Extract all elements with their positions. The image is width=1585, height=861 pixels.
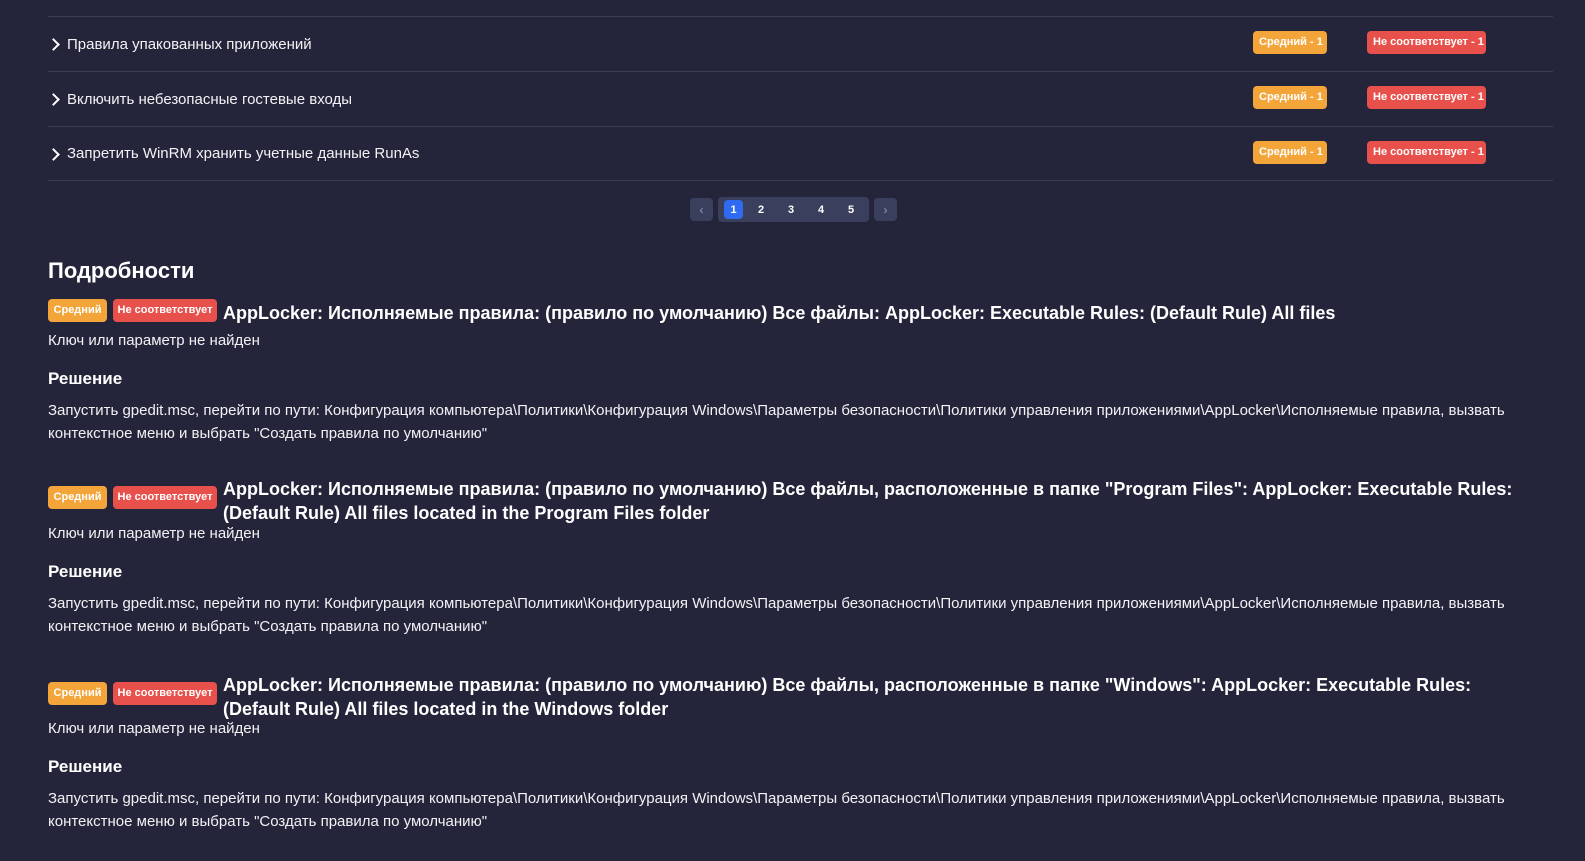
detail-header: Средний Не соответствует AppLocker: Испол…	[48, 299, 1548, 324]
status-badge: Не соответствует	[113, 299, 217, 322]
severity-badge: Средний - 1	[1253, 86, 1327, 109]
detail-message: Ключ или параметр не найден	[48, 720, 260, 737]
severity-badge: Средний - 1	[1253, 141, 1327, 164]
page-numbers: 1 2 3 4 5	[718, 197, 869, 222]
page-button-1[interactable]: 1	[724, 200, 743, 219]
detail-title: AppLocker: Исполняемые правила: (правило…	[223, 479, 1513, 523]
status-badge: Не соответствует - 1	[1367, 86, 1486, 109]
page-button-2[interactable]: 2	[749, 200, 773, 219]
detail-item: Средний Не соответствует AppLocker: Испол…	[48, 299, 1548, 445]
pagination: ‹ 1 2 3 4 5 ›	[690, 197, 897, 222]
solution-text: Запустить gpedit.msc, перейти по пути: К…	[48, 402, 1505, 442]
severity-badge: Средний - 1	[1253, 31, 1327, 54]
list-item[interactable]: Правила упакованных приложений Средний -…	[47, 16, 1553, 71]
detail-title: AppLocker: Исполняемые правила: (правило…	[223, 303, 1336, 323]
status-badge: Не соответствует	[113, 682, 217, 705]
details-heading: Подробности	[48, 258, 195, 283]
page-button-3[interactable]: 3	[779, 200, 803, 219]
status-badge: Не соответствует - 1	[1367, 31, 1486, 54]
severity-badge: Средний	[48, 299, 107, 322]
solution-heading: Решение	[48, 562, 123, 581]
detail-header: Средний Не соответствует AppLocker: Испол…	[48, 475, 1548, 524]
chevron-right-icon[interactable]	[47, 147, 60, 161]
list-item[interactable]: Включить небезопасные гостевые входы Сре…	[47, 71, 1553, 126]
status-badge: Не соответствует - 1	[1367, 141, 1486, 164]
rules-list: Правила упакованных приложений Средний -…	[47, 16, 1553, 181]
detail-item: Средний Не соответствует AppLocker: Испол…	[48, 475, 1548, 638]
status-badge: Не соответствует	[113, 486, 217, 509]
chevron-left-icon[interactable]: ‹	[690, 198, 713, 221]
rule-label: Запретить WinRM хранить учетные данные R…	[67, 145, 420, 162]
chevron-right-icon[interactable]	[47, 38, 60, 51]
rule-label: Включить небезопасные гостевые входы	[67, 90, 353, 108]
solution-heading: Решение	[48, 369, 123, 388]
list-item[interactable]: Запретить WinRM хранить учетные данные R…	[47, 126, 1553, 181]
detail-message: Ключ или параметр не найден	[48, 525, 260, 542]
severity-badge: Средний	[48, 682, 107, 705]
detail-message: Ключ или параметр не найден	[48, 332, 260, 349]
severity-badge: Средний	[48, 486, 107, 509]
page-button-5[interactable]: 5	[839, 200, 863, 219]
detail-item: Средний Не соответствует AppLocker: Испол…	[48, 670, 1548, 833]
detail-header: Средний Не соответствует AppLocker: Испол…	[48, 670, 1548, 719]
solution-text: Запустить gpedit.msc, перейти по пути: К…	[48, 595, 1505, 635]
detail-title: AppLocker: Исполняемые правила: (правило…	[223, 675, 1472, 719]
page: Правила упакованных приложений Средний -…	[0, 0, 1585, 861]
chevron-right-icon[interactable]: ›	[874, 198, 897, 221]
rule-label: Правила упакованных приложений	[67, 35, 312, 53]
page-button-4[interactable]: 4	[809, 200, 833, 219]
solution-heading: Решение	[48, 757, 123, 776]
solution-text: Запустить gpedit.msc, перейти по пути: К…	[48, 790, 1505, 830]
chevron-right-icon[interactable]	[47, 93, 60, 106]
